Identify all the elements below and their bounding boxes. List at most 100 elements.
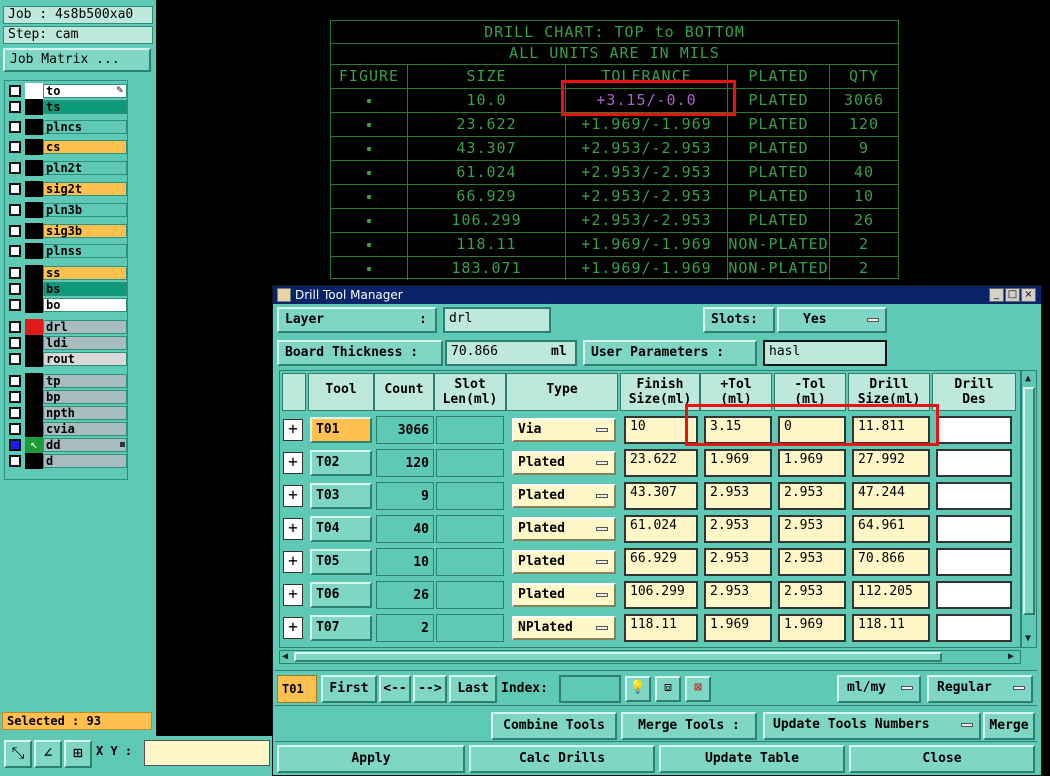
layer-name[interactable]: to bbox=[43, 84, 127, 98]
tool-button[interactable]: T07 bbox=[310, 615, 372, 641]
type-select[interactable]: Plated bbox=[512, 517, 616, 541]
tool-button[interactable]: T01 bbox=[310, 417, 372, 443]
scroll-right-icon[interactable]: ▶ bbox=[1008, 651, 1014, 662]
minus-tol-input[interactable]: 1.969 bbox=[778, 449, 846, 477]
lightbulb-icon[interactable]: 💡 bbox=[625, 676, 651, 702]
layer-row[interactable]: sig3b bbox=[7, 223, 127, 239]
first-button[interactable]: First bbox=[321, 675, 377, 703]
type-select[interactable]: Plated bbox=[512, 550, 616, 574]
layer-checkbox[interactable] bbox=[9, 439, 21, 451]
layer-checkbox[interactable] bbox=[9, 121, 21, 133]
layer-checkbox[interactable] bbox=[9, 267, 21, 279]
layer-row[interactable]: plnss bbox=[7, 243, 127, 259]
layer-color-swatch[interactable] bbox=[25, 243, 43, 259]
minimize-icon[interactable]: _ bbox=[989, 288, 1004, 302]
layer-checkbox[interactable] bbox=[9, 375, 21, 387]
next-button[interactable]: --> bbox=[413, 675, 447, 703]
layer-row[interactable]: pln2t bbox=[7, 160, 127, 176]
maximize-icon[interactable]: □ bbox=[1005, 288, 1020, 302]
close-window-icon[interactable]: × bbox=[1021, 288, 1036, 302]
type-select[interactable]: NPlated bbox=[512, 616, 616, 640]
units-select[interactable]: ml/my bbox=[837, 675, 921, 703]
layer-name[interactable]: rout bbox=[43, 352, 127, 366]
layer-color-swatch[interactable] bbox=[25, 281, 43, 297]
update-table-button[interactable]: Update Table bbox=[659, 745, 845, 773]
layer-checkbox[interactable] bbox=[9, 337, 21, 349]
layer-color-swatch[interactable]: ↖ bbox=[25, 437, 43, 453]
layer-name[interactable]: bp bbox=[43, 390, 127, 404]
layer-row[interactable]: cvia bbox=[7, 421, 127, 437]
drill-des-input[interactable] bbox=[936, 515, 1012, 543]
drill-size-input[interactable]: 112.205 bbox=[852, 581, 930, 609]
finish-size-input[interactable]: 23.622 bbox=[624, 449, 698, 477]
layer-checkbox[interactable] bbox=[9, 353, 21, 365]
type-select[interactable]: Plated bbox=[512, 451, 616, 475]
update-tools-numbers-select[interactable]: Update Tools Numbers bbox=[763, 712, 981, 740]
layer-input[interactable]: drl bbox=[443, 307, 551, 333]
layer-color-swatch[interactable] bbox=[25, 139, 43, 155]
layer-row[interactable]: ↖ dd bbox=[7, 437, 127, 453]
plus-tol-input[interactable]: 2.953 bbox=[704, 581, 772, 609]
layer-checkbox[interactable] bbox=[9, 85, 21, 97]
drill-des-input[interactable] bbox=[936, 416, 1012, 444]
row-select-icon[interactable]: + bbox=[283, 551, 303, 573]
layer-row[interactable]: ldi bbox=[7, 335, 127, 351]
layer-checkbox[interactable] bbox=[9, 423, 21, 435]
layer-checkbox[interactable] bbox=[9, 183, 21, 195]
plus-tol-input[interactable]: 2.953 bbox=[704, 515, 772, 543]
slots-select[interactable]: Yes bbox=[777, 307, 887, 333]
measure-angle-icon[interactable]: ∠ bbox=[34, 740, 62, 768]
layer-name[interactable]: npth bbox=[43, 406, 127, 420]
layer-color-swatch[interactable] bbox=[25, 453, 43, 469]
scroll-down-icon[interactable]: ▼ bbox=[1025, 633, 1031, 644]
zoom-box-icon[interactable]: ⤡ bbox=[4, 740, 32, 768]
layer-row[interactable]: drl bbox=[7, 319, 127, 335]
layer-row[interactable]: ts bbox=[7, 99, 127, 115]
drill-des-input[interactable] bbox=[936, 482, 1012, 510]
layer-color-swatch[interactable] bbox=[25, 405, 43, 421]
layer-name[interactable]: ts bbox=[43, 100, 127, 114]
type-select[interactable]: Plated bbox=[512, 484, 616, 508]
mode-select[interactable]: Regular bbox=[927, 675, 1033, 703]
layer-color-swatch[interactable] bbox=[25, 297, 43, 313]
horizontal-scrollbar[interactable]: ◀ ▶ bbox=[279, 650, 1021, 664]
prev-button[interactable]: <-- bbox=[379, 675, 411, 703]
plus-tol-input[interactable]: 1.969 bbox=[704, 449, 772, 477]
drill-des-input[interactable] bbox=[936, 548, 1012, 576]
layer-color-swatch[interactable] bbox=[25, 160, 43, 176]
layer-color-swatch[interactable] bbox=[25, 202, 43, 218]
layer-row[interactable]: rout bbox=[7, 351, 127, 367]
layer-row[interactable]: cs bbox=[7, 139, 127, 155]
layer-row[interactable]: tp bbox=[7, 373, 127, 389]
finish-size-input[interactable]: 66.929 bbox=[624, 548, 698, 576]
layer-name[interactable]: dd bbox=[43, 438, 127, 452]
type-select[interactable]: Plated bbox=[512, 583, 616, 607]
delete-icon[interactable]: ⊠ bbox=[685, 676, 711, 702]
layer-row[interactable]: plncs bbox=[7, 119, 127, 135]
plus-tol-input[interactable]: 2.953 bbox=[704, 548, 772, 576]
minus-tol-input[interactable]: 1.969 bbox=[778, 614, 846, 642]
drill-des-input[interactable] bbox=[936, 614, 1012, 642]
minus-tol-input[interactable]: 2.953 bbox=[778, 515, 846, 543]
layer-name[interactable]: plncs bbox=[43, 120, 127, 134]
job-matrix-button[interactable]: Job Matrix ... bbox=[3, 48, 151, 72]
merge-button[interactable]: Merge bbox=[983, 712, 1035, 740]
user-parameters-input[interactable]: hasl bbox=[763, 340, 887, 366]
layer-row[interactable]: bo bbox=[7, 297, 127, 313]
xy-coordinate-input[interactable] bbox=[144, 740, 270, 766]
grid-snap-icon[interactable]: ⊞ bbox=[64, 740, 92, 768]
last-button[interactable]: Last bbox=[449, 675, 497, 703]
tool-button[interactable]: T02 bbox=[310, 450, 372, 476]
tool-button[interactable]: T06 bbox=[310, 582, 372, 608]
layer-checkbox[interactable] bbox=[9, 321, 21, 333]
board-thickness-input[interactable]: 70.866 ml bbox=[445, 340, 577, 366]
layer-row[interactable]: npth bbox=[7, 405, 127, 421]
layer-name[interactable]: cs bbox=[43, 140, 127, 154]
type-select[interactable]: Via bbox=[512, 418, 616, 442]
row-select-icon[interactable]: + bbox=[283, 584, 303, 606]
layer-checkbox[interactable] bbox=[9, 225, 21, 237]
layer-row[interactable]: pln3b bbox=[7, 202, 127, 218]
layer-name[interactable]: tp bbox=[43, 374, 127, 388]
minus-tol-input[interactable]: 2.953 bbox=[778, 548, 846, 576]
layer-name[interactable]: ldi bbox=[43, 336, 127, 350]
